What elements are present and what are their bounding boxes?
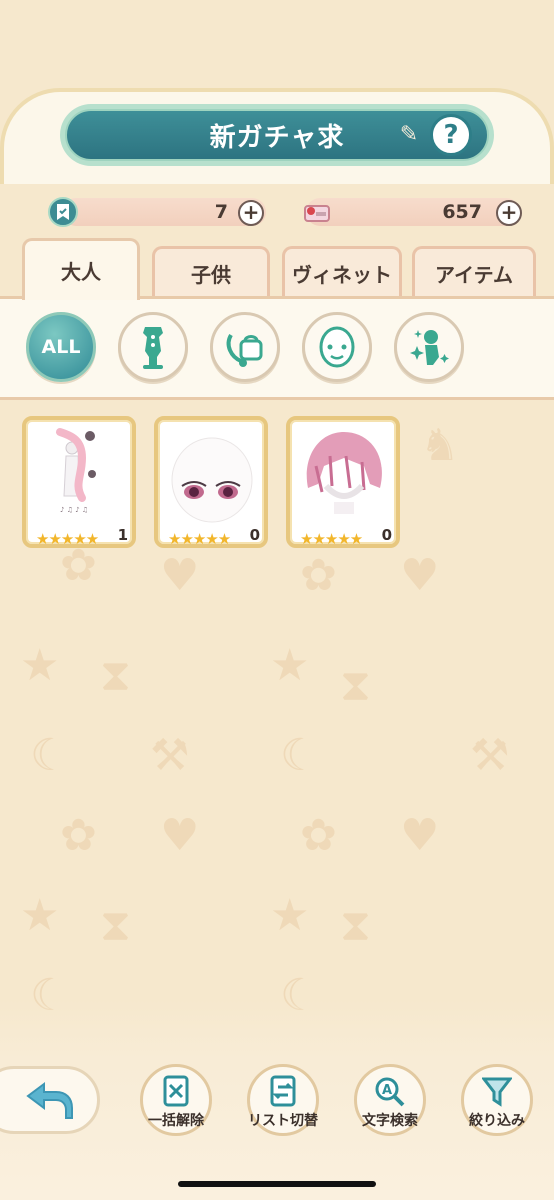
item-count: 1 — [117, 526, 128, 544]
mannequin-icon — [143, 327, 163, 369]
tab-label: 大人 — [61, 260, 101, 284]
svg-text:A: A — [382, 1083, 392, 1098]
item-card[interactable]: ★★★★★ 0 — [286, 416, 400, 548]
filter-all-button[interactable]: ALL — [26, 312, 96, 382]
tab-adult[interactable]: 大人 — [22, 238, 140, 300]
star-icon: ★ — [20, 640, 60, 691]
coupon-icon — [302, 198, 332, 228]
filter-outfit-button[interactable] — [118, 312, 188, 382]
ticket-icon — [48, 197, 78, 227]
star-icon: ★ — [270, 640, 310, 691]
heart-icon: ♥ — [400, 550, 440, 601]
filter-accessory-button[interactable] — [210, 312, 280, 382]
clear-all-label: 一括解除 — [148, 1113, 204, 1129]
filter-label: 絞り込み — [469, 1113, 525, 1129]
list-switch-label: リスト切替 — [248, 1113, 318, 1129]
ticket-count: 7 — [214, 201, 228, 223]
ticket-counter: 7 — [62, 198, 266, 226]
svg-text:♪ ♫ ♪ ♫: ♪ ♫ ♪ ♫ — [60, 506, 88, 514]
tab-label: 子供 — [191, 263, 231, 287]
tab-label: ヴィネット — [292, 263, 392, 287]
home-indicator — [178, 1181, 376, 1187]
hammer-icon: ⚒ — [470, 730, 510, 781]
outfit-icon: ♪ ♫ ♪ ♫ — [32, 426, 126, 524]
item-card[interactable]: ★★★★★ 0 — [154, 416, 268, 548]
hourglass-icon: ⧗ — [100, 650, 131, 701]
add-ticket-button[interactable]: + — [238, 200, 264, 226]
sparkle-figure-icon — [410, 330, 449, 365]
heart-icon: ♥ — [160, 550, 200, 601]
item-count: 0 — [249, 526, 260, 544]
heart-icon: ♥ — [400, 810, 440, 861]
back-button[interactable] — [0, 1066, 100, 1134]
text-search-label: 文字検索 — [362, 1113, 418, 1129]
rarity-stars: ★★★★★ — [300, 530, 363, 548]
boot-icon: ♞ — [420, 420, 460, 471]
flower-icon: ✿ — [300, 550, 337, 601]
bag-accessory-icon — [226, 333, 263, 367]
tab-item[interactable]: アイテム — [412, 246, 536, 298]
flower-icon: ✿ — [300, 810, 337, 861]
pink-hair-icon — [296, 426, 390, 524]
rarity-stars: ★★★★★ — [36, 530, 99, 548]
face-icon — [319, 326, 355, 368]
moon-icon: ☾ — [280, 730, 320, 781]
tab-vignette[interactable]: ヴィネット — [282, 246, 402, 298]
hammer-icon: ⚒ — [150, 730, 190, 781]
add-coupon-button[interactable]: + — [496, 200, 522, 226]
pencil-icon[interactable]: ✎ — [396, 122, 422, 148]
filter-all-label: ALL — [41, 336, 81, 358]
coupon-count: 657 — [442, 201, 482, 223]
filter-funnel-icon — [482, 1077, 512, 1107]
filter-face-button[interactable] — [302, 312, 372, 382]
list-switch-icon — [270, 1075, 296, 1107]
clear-all-icon — [163, 1075, 189, 1107]
star-icon: ★ — [20, 890, 60, 941]
item-count: 0 — [381, 526, 392, 544]
star-icon: ★ — [270, 890, 310, 941]
hourglass-icon: ⧗ — [340, 900, 371, 951]
face-eyes-icon — [164, 426, 258, 524]
moon-icon: ☾ — [30, 730, 70, 781]
filter-effect-button[interactable] — [394, 312, 464, 382]
page-title: 新ガチャ求 — [65, 109, 489, 161]
title-bar[interactable]: 新ガチャ求 — [60, 104, 494, 166]
coupon-counter: 657 — [306, 198, 520, 226]
hourglass-icon: ⧗ — [340, 660, 371, 711]
heart-icon: ♥ — [160, 810, 200, 861]
tab-child[interactable]: 子供 — [152, 246, 270, 298]
flower-icon: ✿ — [60, 810, 97, 861]
hourglass-icon: ⧗ — [100, 900, 131, 951]
rarity-stars: ★★★★★ — [168, 530, 231, 548]
item-card[interactable]: ♪ ♫ ♪ ♫ ★★★★★ 1 — [22, 416, 136, 548]
help-button[interactable]: ? — [430, 114, 472, 156]
tab-label: アイテム — [435, 263, 513, 287]
back-arrow-icon — [26, 1082, 73, 1119]
text-search-icon: A — [375, 1077, 405, 1107]
